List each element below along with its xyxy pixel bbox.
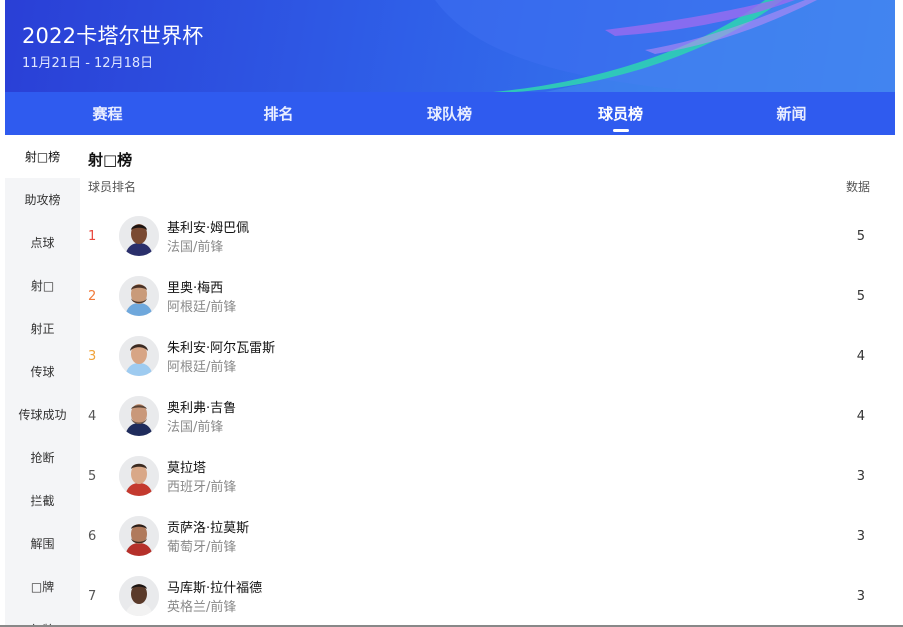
sidebar-item-top-scorers[interactable]: 射□榜 (5, 135, 80, 178)
app-window: 2022卡塔尔世界杯 11月21日 - 12月18日 赛程 排名 球队榜 球员榜… (5, 0, 895, 627)
stat-value: 3 (856, 528, 865, 544)
player-team-position: 西班牙/前锋 (167, 480, 237, 495)
stat-value: 3 (856, 588, 865, 604)
table-row[interactable]: 5 莫拉塔 西班牙/前锋 3 (80, 446, 895, 506)
rank-number: 6 (88, 528, 97, 544)
stat-value: 3 (856, 468, 865, 484)
column-header-player-rank: 球员排名 (88, 180, 137, 194)
sidebar-item-yellow-cards[interactable]: □牌 (5, 565, 80, 608)
tab-schedule[interactable]: 赛程 (22, 92, 193, 135)
player-name: 基利安·姆巴佩 (167, 221, 250, 236)
player-team-position: 法国/前锋 (167, 240, 224, 255)
stat-value: 4 (856, 348, 865, 364)
sidebar-item-assists[interactable]: 助攻榜 (5, 178, 80, 221)
player-team-position: 阿根廷/前锋 (167, 360, 237, 375)
player-name: 马库斯·拉什福德 (167, 581, 263, 596)
player-team-position: 法国/前锋 (167, 420, 224, 435)
rank-number: 1 (88, 228, 97, 244)
player-team-position: 葡萄牙/前锋 (167, 540, 237, 555)
tab-player-stats[interactable]: 球员榜 (535, 92, 706, 135)
sidebar-item-tackles[interactable]: 抢断 (5, 436, 80, 479)
table-row[interactable]: 4 奥利弗·吉鲁 法国/前锋 4 (80, 386, 895, 446)
table-row[interactable]: 2 里奥·梅西 阿根廷/前锋 5 (80, 266, 895, 326)
player-name: 里奥·梅西 (167, 281, 224, 296)
sidebar-item-interceptions[interactable]: 拦截 (5, 479, 80, 522)
stat-value: 5 (856, 288, 865, 304)
sidebar-item-shots-on-target[interactable]: 射正 (5, 307, 80, 350)
player-avatar (119, 516, 159, 556)
sidebar-item-passes-completed[interactable]: 传球成功 (5, 393, 80, 436)
player-avatar (119, 576, 159, 616)
stats-sidebar: 射□榜 助攻榜 点球 射□ 射正 传球 传球成功 抢断 拦截 解围 □牌 红牌 (5, 135, 80, 627)
player-name: 奥利弗·吉鲁 (167, 401, 237, 416)
tab-news[interactable]: 新闻 (706, 92, 877, 135)
tab-team-stats[interactable]: 球队榜 (364, 92, 535, 135)
player-avatar (119, 456, 159, 496)
sidebar-item-clearances[interactable]: 解围 (5, 522, 80, 565)
player-avatar (119, 396, 159, 436)
section-title: 射□榜 (88, 151, 133, 169)
page-title: 2022卡塔尔世界杯 (22, 24, 204, 48)
table-row[interactable]: 1 基利安·姆巴佩 法国/前锋 5 (80, 206, 895, 266)
rank-number: 5 (88, 468, 97, 484)
rank-number: 3 (88, 348, 97, 364)
rank-number: 2 (88, 288, 97, 304)
main-nav: 赛程 排名 球队榜 球员榜 新闻 (5, 92, 895, 135)
player-avatar (119, 216, 159, 256)
event-dates: 11月21日 - 12月18日 (22, 56, 154, 71)
sidebar-item-passes[interactable]: 传球 (5, 350, 80, 393)
ranking-panel: 射□榜 球员排名 数据 1 基利安·姆巴佩 法国/前锋 5 2 里奥·梅西 阿根… (80, 135, 895, 627)
player-name: 莫拉塔 (167, 461, 207, 476)
stat-value: 5 (856, 228, 865, 244)
rank-number: 4 (88, 408, 97, 424)
sidebar-item-shots[interactable]: 射□ (5, 264, 80, 307)
player-avatar (119, 276, 159, 316)
player-name: 贡萨洛·拉莫斯 (167, 521, 250, 536)
header-banner: 2022卡塔尔世界杯 11月21日 - 12月18日 赛程 排名 球队榜 球员榜… (5, 0, 895, 135)
column-header-data: 数据 (845, 180, 870, 194)
table-row[interactable]: 6 贡萨洛·拉莫斯 葡萄牙/前锋 3 (80, 506, 895, 566)
stat-value: 4 (856, 408, 865, 424)
sidebar-item-penalties[interactable]: 点球 (5, 221, 80, 264)
table-row[interactable]: 3 朱利安·阿尔瓦雷斯 阿根廷/前锋 4 (80, 326, 895, 386)
player-name: 朱利安·阿尔瓦雷斯 (167, 341, 276, 356)
player-avatar (119, 336, 159, 376)
tab-ranking[interactable]: 排名 (193, 92, 364, 135)
rank-number: 7 (88, 588, 97, 604)
table-row[interactable]: 7 马库斯·拉什福德 英格兰/前锋 3 (80, 566, 895, 626)
player-team-position: 英格兰/前锋 (167, 600, 237, 615)
player-team-position: 阿根廷/前锋 (167, 300, 237, 315)
